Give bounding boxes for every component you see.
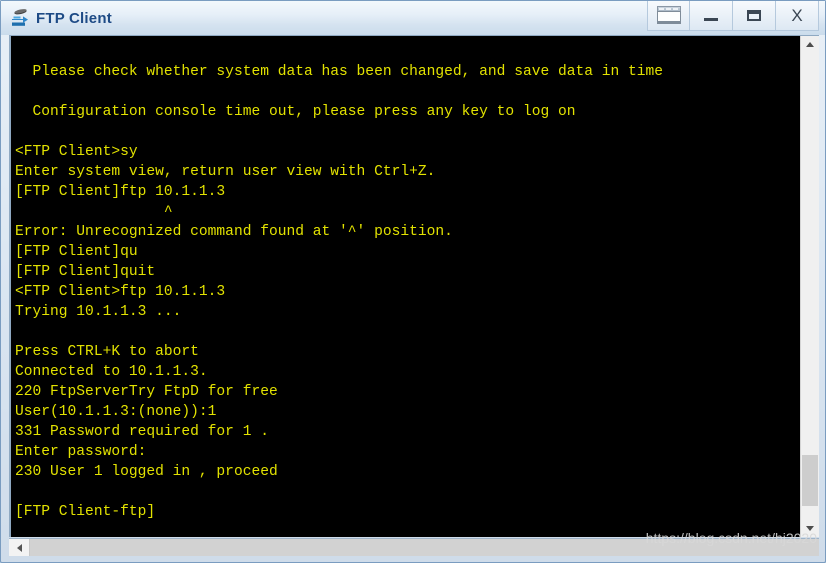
maximize-icon [747,10,761,21]
minimize-icon [704,17,718,21]
terminal-line: Enter password: [15,444,147,460]
terminal-line: [FTP Client]qu [15,244,138,260]
terminal-line: Error: Unrecognized command found at '^'… [15,224,453,240]
scroll-down-arrow[interactable] [801,520,819,537]
terminal-line: Trying 10.1.1.3 ... [15,304,182,320]
terminal-line: 230 User 1 logged in , proceed [15,464,278,480]
terminal-line: 220 FtpServerTry FtpD for free [15,384,278,400]
vertical-scroll-track[interactable] [801,53,819,520]
client-area: Please check whether system data has bee… [1,35,825,562]
vertical-scrollbar[interactable] [800,36,819,537]
cascade-windows-button[interactable] [647,1,690,31]
terminal-line: [FTP Client]ftp 10.1.1.3 [15,184,226,200]
title-bar[interactable]: FTP Client X [1,1,825,35]
minimize-button[interactable] [690,1,733,31]
router-icon [9,7,31,29]
chevron-down-icon [806,526,814,531]
cascade-windows-icon [655,5,683,26]
terminal-output[interactable]: Please check whether system data has bee… [11,36,800,537]
window-title: FTP Client [36,9,112,27]
terminal-line: ^ [15,204,173,220]
terminal-line: <FTP Client>sy [15,144,138,160]
chevron-up-icon [806,42,814,47]
terminal-line: User(10.1.1.3:(none)):1 [15,404,217,420]
terminal-line: Connected to 10.1.1.3. [15,364,208,380]
terminal-line: Configuration console time out, please p… [15,104,576,120]
scroll-left-arrow[interactable] [9,539,30,556]
chevron-left-icon [16,543,22,552]
horizontal-scroll-track[interactable] [30,539,819,556]
ftp-client-window: FTP Client X Please check whether system… [0,0,826,563]
terminal-line: Press CTRL+K to abort [15,344,199,360]
terminal-line: Please check whether system data has bee… [15,64,664,80]
close-icon: X [791,6,803,25]
terminal-line: 331 Password required for 1 . [15,424,269,440]
terminal-line: [FTP Client-ftp] [15,504,156,520]
console-container: Please check whether system data has bee… [9,35,819,537]
window-controls: X [647,1,819,31]
terminal-line: <FTP Client>ftp 10.1.1.3 [15,284,226,300]
scroll-up-arrow[interactable] [801,36,819,53]
terminal-line: [FTP Client]quit [15,264,156,280]
horizontal-scrollbar[interactable] [9,538,819,556]
vertical-scroll-thumb[interactable] [802,454,818,506]
terminal-line: Enter system view, return user view with… [15,164,436,180]
close-button[interactable]: X [776,1,819,31]
maximize-button[interactable] [733,1,776,31]
